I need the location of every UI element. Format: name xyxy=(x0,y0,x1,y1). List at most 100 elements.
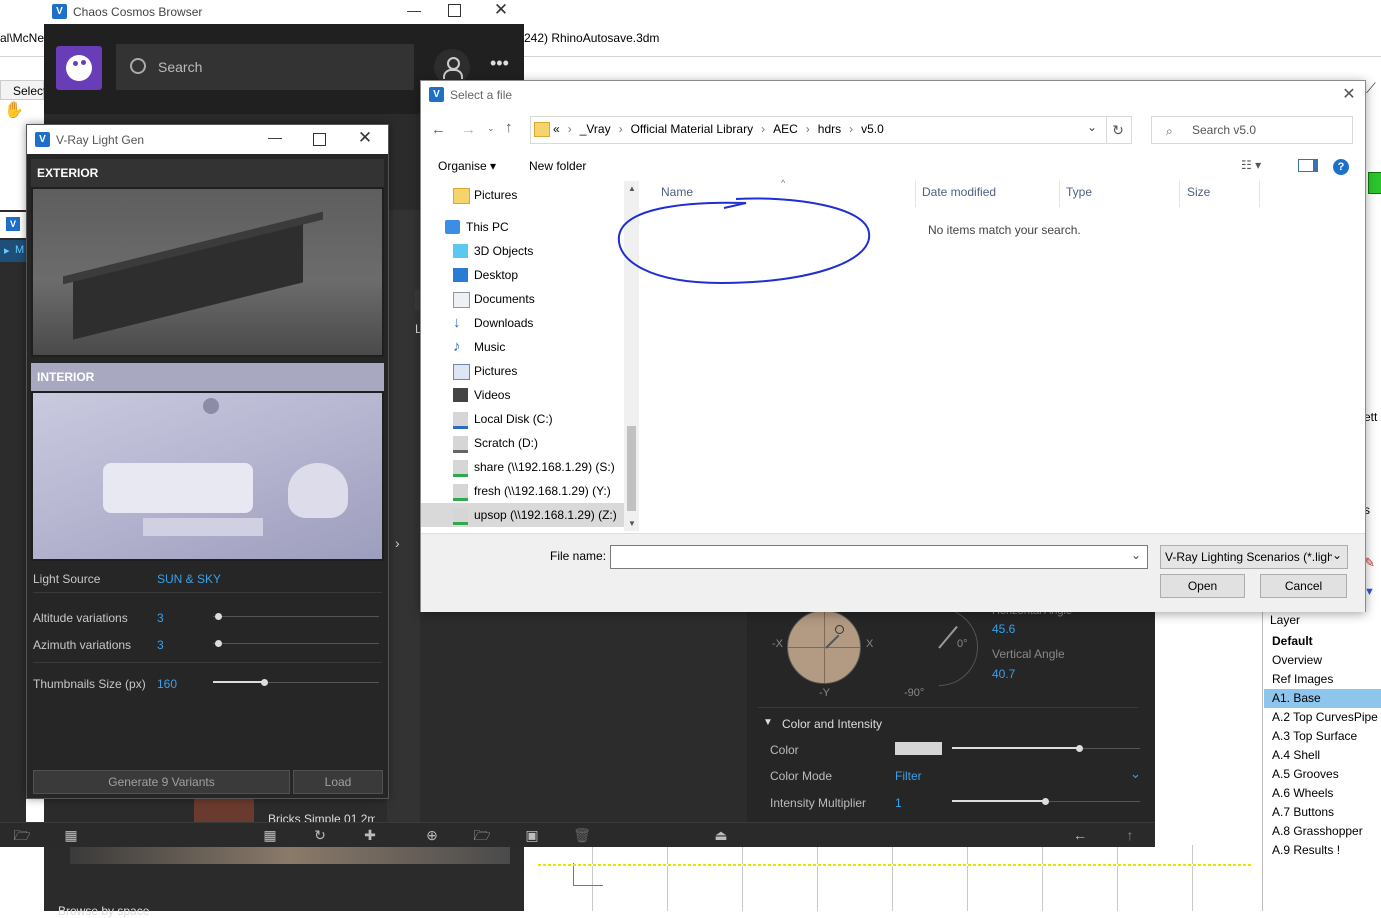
nav-item[interactable]: Desktop xyxy=(421,263,624,287)
filename-dropdown-icon[interactable]: ⌄ xyxy=(1131,548,1141,562)
delete-icon[interactable]: 🗑 xyxy=(573,826,591,844)
breadcrumb-segment[interactable]: AEC xyxy=(773,122,798,136)
column-size[interactable]: Size xyxy=(1187,185,1210,199)
organise-menu[interactable]: Organise ▾ xyxy=(438,159,496,173)
view-options-icon[interactable]: ☷ ▾ xyxy=(1241,158,1279,174)
layer-row[interactable]: Default xyxy=(1264,632,1381,651)
back-arrow-icon[interactable]: ← xyxy=(1071,826,1089,844)
layer-row[interactable]: A.4 Shell xyxy=(1264,746,1381,765)
cosmos-logo-icon[interactable] xyxy=(56,46,102,90)
thumbnail-slider-knob[interactable] xyxy=(261,679,268,686)
nav-item[interactable]: Local Disk (C:) xyxy=(421,407,624,431)
generate-variants-button[interactable]: Generate 9 Variants xyxy=(33,770,290,794)
color-mode-value[interactable]: Filter xyxy=(895,769,922,783)
azimuth-slider-knob[interactable] xyxy=(215,640,222,647)
dialog-search-box[interactable]: ⌕ Search v5.0 xyxy=(1151,116,1353,144)
column-type[interactable]: Type xyxy=(1066,185,1092,199)
new-folder-button[interactable]: New folder xyxy=(529,159,586,173)
altitude-slider-knob[interactable] xyxy=(215,613,222,620)
nav-item[interactable]: Scratch (D:) xyxy=(421,431,624,455)
light-source-value[interactable]: SUN & SKY xyxy=(157,572,221,586)
intensity-value[interactable]: 1 xyxy=(895,796,902,810)
chevron-down-icon[interactable]: ⌄ xyxy=(1130,766,1141,782)
layer-row[interactable]: A.7 Buttons xyxy=(1264,803,1381,822)
cancel-button[interactable]: Cancel xyxy=(1260,574,1347,598)
green-swatch-icon[interactable] xyxy=(1368,172,1381,194)
pencil-icon[interactable]: ✎ xyxy=(1364,555,1381,575)
maximize-button[interactable] xyxy=(448,4,461,17)
lightgen-maximize-button[interactable] xyxy=(313,133,326,146)
recent-locations-icon[interactable]: ⌄ xyxy=(487,123,497,135)
breadcrumb-segment[interactable]: _Vray xyxy=(580,122,611,136)
forward-icon[interactable]: → xyxy=(461,121,477,138)
address-dropdown-icon[interactable]: ⌄ xyxy=(1087,120,1097,134)
filename-input[interactable]: ⌄ xyxy=(610,545,1148,569)
save-icon[interactable]: ▣ xyxy=(523,826,541,844)
nav-item[interactable]: share (\\192.168.1.29) (S:) xyxy=(421,455,624,479)
up-icon[interactable]: ↑ xyxy=(505,119,521,137)
nav-item[interactable]: fresh (\\192.168.1.29) (Y:) xyxy=(421,479,624,503)
breadcrumb-segment[interactable]: « xyxy=(553,122,560,136)
layer-row[interactable]: A.3 Top Surface xyxy=(1264,727,1381,746)
azimuth-value[interactable]: 3 xyxy=(157,638,164,652)
layer-row[interactable]: Overview xyxy=(1264,651,1381,670)
lightgen-minimize-button[interactable]: — xyxy=(265,129,285,149)
lightgen-close-button[interactable]: ✕ xyxy=(355,128,375,148)
left-tree-selected[interactable]: ▸ M xyxy=(0,240,26,262)
layout-icon[interactable]: ▦ xyxy=(62,826,80,844)
layer-row[interactable]: A1. Base xyxy=(1264,689,1381,708)
breadcrumb[interactable]: « › _Vray › Official Material Library › AEC › hd… xyxy=(553,122,884,138)
refresh-icon[interactable]: ↻ xyxy=(1105,116,1132,144)
nav-item[interactable]: This PC xyxy=(413,215,616,239)
pan-hand-icon[interactable]: ✋ xyxy=(4,100,24,122)
help-icon[interactable]: ? xyxy=(1333,159,1349,175)
breadcrumb-separator-icon[interactable]: › xyxy=(806,122,810,136)
cosmos-search-box[interactable]: Search xyxy=(116,44,414,90)
open-folder-icon[interactable]: 🗁 xyxy=(13,826,31,844)
add-light-icon[interactable]: ⊕ xyxy=(423,826,441,844)
thumbnail-size-value[interactable]: 160 xyxy=(157,677,177,691)
nav-item[interactable]: Pictures xyxy=(421,183,624,207)
breadcrumb-segment[interactable]: hdrs xyxy=(818,122,841,136)
nav-item[interactable]: Pictures xyxy=(421,359,624,383)
breadcrumb-separator-icon[interactable]: › xyxy=(568,122,572,136)
column-date-modified[interactable]: Date modified xyxy=(922,185,996,199)
section-collapse-icon[interactable]: ▼ xyxy=(763,717,773,728)
layer-row[interactable]: A.2 Top CurvesPipe xyxy=(1264,708,1381,727)
breadcrumb-segment[interactable]: v5.0 xyxy=(861,122,884,136)
azimuth-slider-track[interactable] xyxy=(213,643,379,644)
interior-card[interactable]: INTERIOR xyxy=(31,363,384,561)
nav-item[interactable]: upsop (\\192.168.1.29) (Z:) xyxy=(421,503,624,527)
color-slider-knob[interactable] xyxy=(1076,745,1083,752)
up-arrow-icon[interactable]: ↑ xyxy=(1121,826,1139,844)
breadcrumb-separator-icon[interactable]: › xyxy=(761,122,765,136)
nav-item[interactable]: Documents xyxy=(421,287,624,311)
horizontal-angle-dial[interactable] xyxy=(787,610,861,684)
layer-row[interactable]: A.8 Grasshopper xyxy=(1264,822,1381,841)
layer-row[interactable]: A.5 Grooves xyxy=(1264,765,1381,784)
breadcrumb-separator-icon[interactable]: › xyxy=(619,122,623,136)
layer-row[interactable]: A.9 Results ! xyxy=(1264,841,1381,860)
scroll-thumb[interactable] xyxy=(627,426,636,511)
open-file-icon[interactable]: 🗁 xyxy=(473,826,491,844)
back-icon[interactable]: ← xyxy=(431,121,447,138)
breadcrumb-segment[interactable]: Official Material Library xyxy=(631,122,753,136)
rhino-edge-icon[interactable]: ⟋ xyxy=(1366,80,1381,110)
grid-view-icon[interactable]: ▦ xyxy=(261,826,279,844)
altitude-slider-track[interactable] xyxy=(213,616,379,617)
layer-row[interactable]: Ref Images xyxy=(1264,670,1381,689)
nav-item[interactable]: ↓ Downloads xyxy=(421,311,624,335)
intensity-slider-knob[interactable] xyxy=(1042,798,1049,805)
collapse-arrow-icon[interactable]: › xyxy=(395,535,400,551)
scroll-down-icon[interactable]: ▼ xyxy=(628,519,636,528)
nav-item[interactable]: 3D Objects xyxy=(421,239,624,263)
breadcrumb-separator-icon[interactable]: › xyxy=(849,122,853,136)
filetype-select[interactable]: V-Ray Lighting Scenarios (*.ligh ⌄ xyxy=(1160,545,1348,569)
vertical-angle-value[interactable]: 40.7 xyxy=(992,667,1015,681)
refresh-icon[interactable]: ↻ xyxy=(311,826,329,844)
nav-item[interactable]: Videos xyxy=(421,383,624,407)
dropdown-arrow-icon[interactable]: ▼ xyxy=(1364,586,1381,600)
close-button[interactable]: ✕ xyxy=(491,0,511,20)
exterior-card[interactable]: EXTERIOR xyxy=(31,159,384,357)
address-bar[interactable]: « › _Vray › Official Material Library › AEC › hd… xyxy=(530,116,1107,144)
